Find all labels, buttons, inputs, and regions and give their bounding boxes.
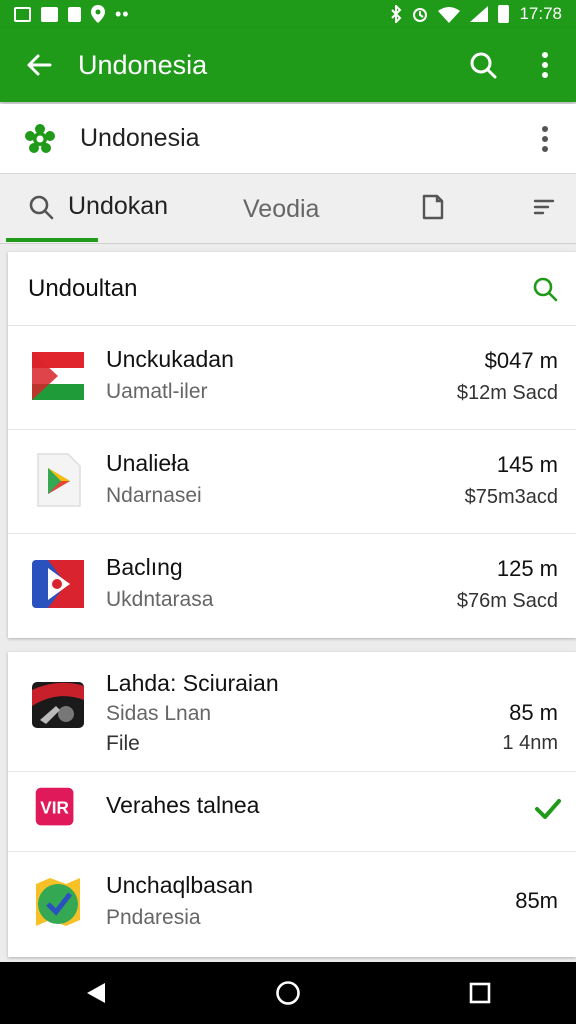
item-subtitle: Uamatl-iler [106, 380, 208, 403]
document-icon [422, 194, 444, 220]
overflow-menu-button[interactable] [514, 28, 576, 102]
list-item[interactable]: Lahda: Sciuraian Sidas Lnan File 85 m 1 … [8, 652, 576, 772]
alarm-icon [413, 8, 428, 22]
card-header: Undoultan [8, 252, 576, 326]
item-subtitle: Sidas Lnan [106, 702, 212, 725]
item-name: Unalieła [106, 450, 190, 476]
battery-icon [498, 5, 510, 23]
tab-undokan[interactable]: Undokan [28, 192, 168, 221]
item-size: 145 m [496, 452, 558, 477]
bookmark-icon [68, 6, 81, 22]
wifi-icon [438, 6, 461, 23]
checkmark-icon [535, 799, 561, 819]
sub-header: Undonesia [0, 104, 576, 174]
overflow-menu-icon [542, 125, 548, 152]
nav-back-button[interactable] [36, 962, 156, 1024]
item-name: Unckukadan [106, 346, 234, 372]
results-card: Undoultan Unckukadan Uamatl-iler $047 m … [8, 252, 576, 638]
mail-icon [41, 6, 58, 22]
signal-icon [470, 6, 489, 22]
item-subtitle: Ukdntarasa [106, 588, 214, 611]
back-button[interactable] [0, 28, 78, 102]
status-time: 17:78 [519, 4, 562, 23]
tab-sort[interactable] [533, 198, 555, 221]
tab-selected-indicator [6, 238, 98, 242]
overflow-menu-icon [542, 52, 548, 78]
item-detail: $76m Sacd [456, 590, 558, 612]
nav-recents-button[interactable] [420, 962, 540, 1024]
home-circle-icon [276, 981, 300, 1005]
tab-bar: Undokan Veodia [0, 174, 576, 244]
item-type: File [106, 732, 140, 755]
item-name: Verahes talnea [106, 792, 260, 818]
status-right-icons: 17:78 [390, 4, 562, 24]
item-name: Lahda: Sciuraian [106, 670, 279, 696]
status-bar: •• 17:78 [0, 0, 576, 28]
list-item[interactable]: Unchaqlbasan Pndaresia 85m [8, 852, 576, 956]
tab-label: Undokan [68, 192, 169, 220]
media-app-icon [32, 560, 84, 608]
vita-app-icon: VIR [35, 787, 74, 826]
sort-icon [533, 199, 555, 215]
search-icon[interactable] [532, 276, 558, 302]
flag-app-icon [32, 352, 84, 400]
item-subtitle: Ndarnasei [106, 484, 202, 507]
game-app-icon [32, 682, 84, 728]
location-icon [91, 5, 105, 23]
status-left-icons: •• [14, 5, 130, 23]
bluetooth-icon [391, 5, 402, 23]
item-size: 85m [515, 888, 558, 913]
item-name: Unchaqlbasan [106, 872, 254, 898]
item-name: Baclıng [106, 554, 183, 580]
item-detail: 1 4nm [502, 732, 558, 754]
image-icon [14, 6, 31, 22]
app-logo [0, 123, 80, 154]
item-size: 125 m [496, 556, 558, 581]
system-nav-bar [0, 962, 576, 1024]
back-arrow-icon [27, 54, 52, 76]
nav-home-button[interactable] [228, 962, 348, 1024]
list-item[interactable]: Unckukadan Uamatl-iler $047 m $12m Sacd [8, 326, 576, 430]
map-app-icon [36, 878, 80, 926]
item-subtitle: Pndaresia [106, 906, 201, 929]
list-item[interactable]: VIR Verahes talnea [8, 772, 576, 852]
recents-square-icon [469, 982, 491, 1004]
play-store-icon [37, 453, 81, 507]
search-button[interactable] [452, 28, 514, 102]
app-bar: Undonesia [0, 28, 576, 102]
item-detail: $75m3acd [464, 486, 558, 508]
back-triangle-icon [87, 983, 105, 1003]
flower-logo-icon [25, 123, 55, 153]
tab-veodia[interactable]: Veodia [243, 195, 319, 224]
list-item[interactable]: Baclıng Ukdntarasa 125 m $76m Sacd [8, 534, 576, 638]
item-detail: $12m Sacd [456, 382, 558, 404]
sub-header-title: Undonesia [80, 124, 200, 152]
search-icon [470, 52, 497, 79]
more-dots-icon: •• [115, 4, 130, 24]
tab-document[interactable] [422, 194, 444, 225]
sub-header-menu-button[interactable] [514, 125, 576, 152]
card-title: Undoultan [28, 274, 138, 302]
item-size: $047 m [484, 348, 558, 373]
svg-text:VIR: VIR [40, 797, 69, 817]
files-card: Lahda: Sciuraian Sidas Lnan File 85 m 1 … [8, 652, 576, 957]
search-icon [29, 195, 54, 219]
item-size: 85 m [509, 700, 558, 725]
app-bar-title: Undonesia [78, 49, 208, 80]
list-item[interactable]: Unalieła Ndarnasei 145 m $75m3acd [8, 430, 576, 534]
